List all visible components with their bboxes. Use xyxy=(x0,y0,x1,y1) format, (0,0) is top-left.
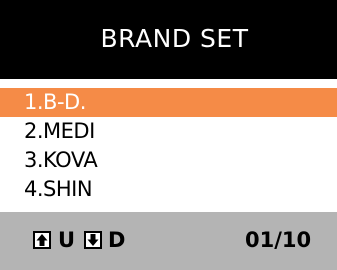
brand-list-item-label: 1.B-D. xyxy=(24,90,86,114)
brand-list-item-kova[interactable]: 3.KOVA xyxy=(0,146,337,175)
arrow-up-icon xyxy=(33,231,51,249)
up-key-label: U xyxy=(58,228,76,252)
brand-list: 1.B-D. 2.MEDI 3.KOVA 4.SHIN xyxy=(0,88,337,204)
screen-title: BRAND SET xyxy=(100,24,249,53)
status-bar: U D 01/10 xyxy=(0,212,337,270)
down-key-label: D xyxy=(108,228,126,252)
brand-list-item-bd[interactable]: 1.B-D. xyxy=(0,88,337,117)
title-bar: BRAND SET xyxy=(0,0,337,79)
brand-list-item-medi[interactable]: 2.MEDI xyxy=(0,117,337,146)
brand-list-item-shin[interactable]: 4.SHIN xyxy=(0,175,337,204)
brand-set-screen: BRAND SET 1.B-D. 2.MEDI 3.KOVA 4.SHIN U … xyxy=(0,0,337,270)
brand-list-item-label: 4.SHIN xyxy=(24,177,93,201)
brand-list-item-label: 3.KOVA xyxy=(24,148,98,172)
page-indicator: 01/10 xyxy=(245,228,312,252)
brand-list-item-label: 2.MEDI xyxy=(24,119,95,143)
arrow-down-icon xyxy=(84,231,102,249)
